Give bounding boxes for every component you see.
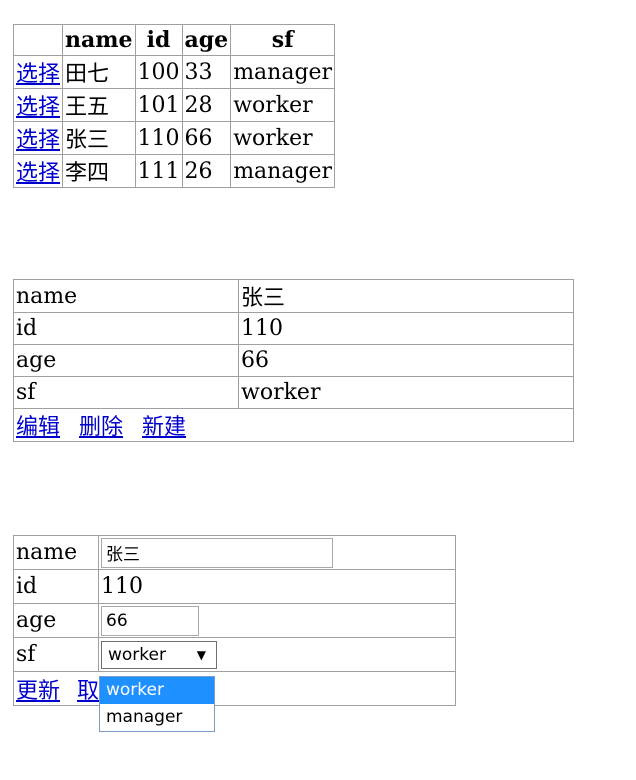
records-grid: name id age sf 选择 田七 100 33 manager 选择 王… — [12, 24, 336, 188]
chevron-down-icon: ▼ — [196, 647, 206, 662]
detail-row-sf: sf worker — [13, 376, 574, 409]
sf-cell: manager — [230, 55, 336, 89]
select-link[interactable]: 选择 — [16, 62, 60, 87]
edit-age-cell — [98, 603, 456, 638]
age-cell: 26 — [181, 154, 232, 188]
edit-row-sf: sf worker ▼ — [13, 637, 456, 672]
detail-label: sf — [13, 376, 239, 409]
edit-link[interactable]: 编辑 — [16, 415, 60, 440]
table-row: 选择 王五 101 28 worker — [12, 88, 336, 122]
edit-name-cell — [98, 535, 456, 570]
sf-option-worker[interactable]: worker — [100, 677, 214, 704]
detail-actions-row: 编辑 删除 新建 — [13, 408, 574, 442]
edit-label: sf — [13, 637, 99, 672]
detail-value: 66 — [238, 344, 574, 377]
delete-link[interactable]: 删除 — [79, 415, 123, 440]
age-cell: 33 — [181, 55, 232, 89]
detail-row-name: name 张三 — [13, 279, 574, 313]
id-cell: 101 — [134, 88, 183, 122]
edit-row-age: age — [13, 603, 456, 638]
update-link[interactable]: 更新 — [16, 679, 60, 704]
detail-label: id — [13, 312, 239, 345]
select-cell: 选择 — [12, 121, 64, 155]
select-cell: 选择 — [12, 88, 64, 122]
grid-header-id: id — [134, 24, 183, 56]
grid-header-age: age — [181, 24, 232, 56]
id-value: 110 — [98, 569, 456, 604]
select-link[interactable]: 选择 — [16, 95, 60, 120]
age-cell: 66 — [181, 121, 232, 155]
age-cell: 28 — [181, 88, 232, 122]
detail-label: age — [13, 344, 239, 377]
id-cell: 110 — [134, 121, 183, 155]
grid-header-sf: sf — [230, 24, 336, 56]
detail-row-age: age 66 — [13, 344, 574, 377]
name-cell: 张三 — [62, 121, 136, 155]
name-cell: 李四 — [62, 154, 136, 188]
sf-cell: worker — [230, 121, 336, 155]
detail-value: 110 — [238, 312, 574, 345]
name-field[interactable] — [101, 537, 333, 568]
sf-option-manager[interactable]: manager — [100, 704, 214, 731]
age-field[interactable] — [101, 605, 199, 636]
id-cell: 111 — [134, 154, 183, 188]
new-link[interactable]: 新建 — [142, 415, 186, 440]
edit-actions-row: 更新 取 — [13, 671, 456, 706]
edit-row-id: id 110 — [13, 569, 456, 604]
edit-label: id — [13, 569, 99, 604]
select-cell: 选择 — [12, 55, 64, 89]
edit-actions: 更新 取 — [13, 671, 456, 706]
grid-header-row: name id age sf — [12, 24, 336, 56]
name-cell: 田七 — [62, 55, 136, 89]
grid-header-name: name — [62, 24, 136, 56]
sf-cell: manager — [230, 154, 336, 188]
table-row: 选择 田七 100 33 manager — [12, 55, 336, 89]
table-row: 选择 李四 111 26 manager — [12, 154, 336, 188]
edit-form: name id 110 age sf worker ▼ 更新 取 — [13, 535, 456, 706]
edit-sf-cell: worker ▼ — [98, 637, 456, 672]
detail-row-id: id 110 — [13, 312, 574, 345]
edit-row-name: name — [13, 535, 456, 570]
edit-label: age — [13, 603, 99, 638]
detail-view: name 张三 id 110 age 66 sf worker 编辑 删除 新建 — [13, 279, 574, 442]
grid-header-select — [12, 24, 64, 56]
detail-value: 张三 — [238, 279, 574, 313]
sf-select-value: worker — [108, 644, 166, 665]
name-cell: 王五 — [62, 88, 136, 122]
select-cell: 选择 — [12, 154, 64, 188]
detail-value: worker — [238, 376, 574, 409]
id-cell: 100 — [134, 55, 183, 89]
select-link[interactable]: 选择 — [16, 128, 60, 153]
sf-dropdown-list: worker manager — [99, 676, 215, 732]
cancel-link[interactable]: 取 — [77, 679, 99, 704]
sf-cell: worker — [230, 88, 336, 122]
edit-label: name — [13, 535, 99, 570]
table-row: 选择 张三 110 66 worker — [12, 121, 336, 155]
detail-actions: 编辑 删除 新建 — [13, 408, 574, 442]
select-link[interactable]: 选择 — [16, 161, 60, 186]
sf-select[interactable]: worker ▼ — [101, 640, 217, 669]
detail-label: name — [13, 279, 239, 313]
